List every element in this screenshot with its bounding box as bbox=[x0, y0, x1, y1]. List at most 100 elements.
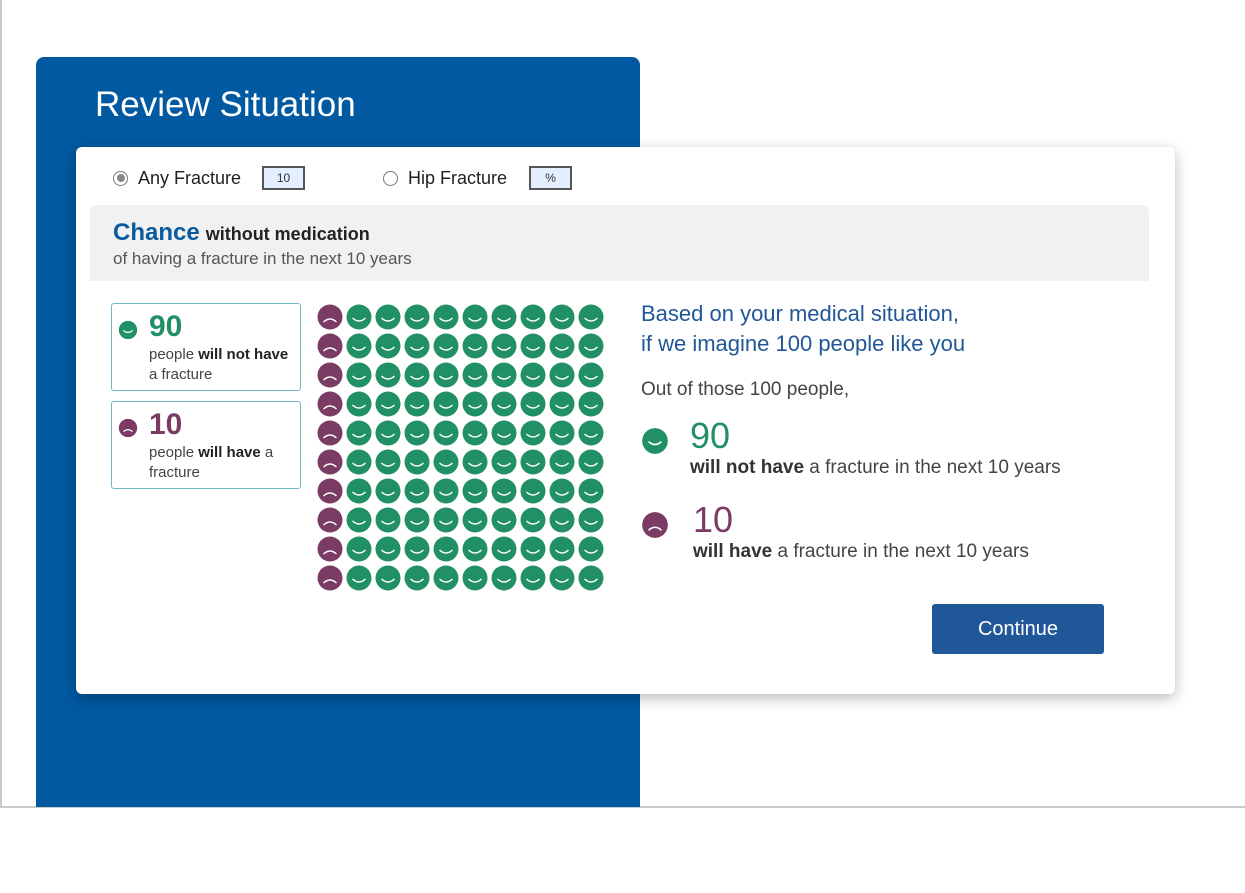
happy-face-icon bbox=[642, 428, 668, 454]
happy-face-icon bbox=[520, 333, 546, 359]
happy-face-icon bbox=[549, 565, 575, 591]
happy-face-icon bbox=[462, 565, 488, 591]
legend-fracture-text: people will have a fracture bbox=[149, 444, 274, 481]
happy-face-icon bbox=[578, 362, 604, 388]
happy-face-icon bbox=[375, 478, 401, 504]
any-fracture-label[interactable]: Any Fracture bbox=[138, 168, 241, 189]
happy-face-icon bbox=[491, 449, 517, 475]
people-icon-grid bbox=[316, 303, 606, 593]
happy-face-icon bbox=[549, 391, 575, 417]
hip-fracture-value: % bbox=[529, 166, 573, 190]
happy-face-icon bbox=[520, 507, 546, 533]
happy-face-icon bbox=[491, 333, 517, 359]
happy-face-icon bbox=[520, 420, 546, 446]
sad-face-icon bbox=[642, 512, 668, 538]
any-fracture-radio[interactable] bbox=[113, 170, 128, 186]
happy-face-icon bbox=[346, 362, 372, 388]
happy-face-icon bbox=[433, 478, 459, 504]
happy-face-icon bbox=[549, 449, 575, 475]
happy-face-icon bbox=[549, 478, 575, 504]
happy-face-icon bbox=[520, 536, 546, 562]
hip-fracture-radio[interactable] bbox=[383, 170, 398, 186]
happy-face-icon bbox=[375, 304, 401, 330]
happy-face-icon bbox=[578, 536, 604, 562]
result-fracture: 10 will have a fracture in the next 10 y… bbox=[641, 499, 1111, 579]
happy-face-icon bbox=[578, 420, 604, 446]
happy-face-icon bbox=[118, 320, 138, 340]
happy-face-icon bbox=[346, 565, 372, 591]
happy-face-icon bbox=[549, 362, 575, 388]
happy-face-icon bbox=[433, 333, 459, 359]
legend-no-fracture-count: 90 bbox=[149, 310, 183, 343]
happy-face-icon bbox=[346, 333, 372, 359]
happy-face-icon bbox=[375, 362, 401, 388]
happy-face-icon bbox=[404, 333, 430, 359]
happy-face-icon bbox=[520, 391, 546, 417]
happy-face-icon bbox=[578, 565, 604, 591]
chance-title-suffix: without medication bbox=[205, 224, 370, 244]
happy-face-icon bbox=[491, 391, 517, 417]
happy-face-icon bbox=[549, 304, 575, 330]
happy-face-icon bbox=[433, 362, 459, 388]
happy-face-icon bbox=[462, 333, 488, 359]
legend-fracture: 10 people will have a fracture bbox=[111, 401, 301, 489]
hip-fracture-option[interactable]: Hip Fracture % bbox=[383, 166, 573, 190]
happy-face-icon bbox=[491, 362, 517, 388]
happy-face-icon bbox=[375, 391, 401, 417]
sad-face-icon bbox=[317, 362, 343, 388]
happy-face-icon bbox=[346, 536, 372, 562]
sad-face-icon bbox=[317, 565, 343, 591]
happy-face-icon bbox=[578, 478, 604, 504]
happy-face-icon bbox=[578, 333, 604, 359]
happy-face-icon bbox=[549, 507, 575, 533]
legend-no-fracture: 90 people will not have a fracture bbox=[111, 303, 301, 391]
result-no-fracture-count: 90 bbox=[690, 415, 731, 456]
happy-face-icon bbox=[462, 507, 488, 533]
happy-face-icon bbox=[462, 420, 488, 446]
sad-face-icon bbox=[317, 333, 343, 359]
any-fracture-option[interactable]: Any Fracture 10 bbox=[113, 166, 306, 190]
happy-face-icon bbox=[375, 536, 401, 562]
happy-face-icon bbox=[404, 449, 430, 475]
happy-face-icon bbox=[462, 536, 488, 562]
explanation-heading: Based on your medical situation, if we i… bbox=[641, 301, 966, 356]
happy-face-icon bbox=[375, 420, 401, 446]
happy-face-icon bbox=[404, 304, 430, 330]
happy-face-icon bbox=[346, 478, 372, 504]
happy-face-icon bbox=[549, 333, 575, 359]
happy-face-icon bbox=[375, 449, 401, 475]
happy-face-icon bbox=[491, 507, 517, 533]
happy-face-icon bbox=[346, 507, 372, 533]
happy-face-icon bbox=[520, 362, 546, 388]
happy-face-icon bbox=[375, 507, 401, 533]
happy-face-icon bbox=[462, 449, 488, 475]
happy-face-icon bbox=[404, 391, 430, 417]
sad-face-icon bbox=[317, 536, 343, 562]
happy-face-icon bbox=[433, 565, 459, 591]
happy-face-icon bbox=[346, 420, 372, 446]
sad-face-icon bbox=[317, 304, 343, 330]
happy-face-icon bbox=[578, 391, 604, 417]
result-fracture-count: 10 bbox=[693, 499, 734, 540]
sad-face-icon bbox=[317, 391, 343, 417]
happy-face-icon bbox=[462, 362, 488, 388]
sad-face-icon bbox=[317, 507, 343, 533]
continue-button[interactable]: Continue bbox=[932, 604, 1104, 654]
happy-face-icon bbox=[520, 565, 546, 591]
hip-fracture-label[interactable]: Hip Fracture bbox=[408, 168, 507, 189]
happy-face-icon bbox=[549, 536, 575, 562]
chance-subtitle: of having a fracture in the next 10 year… bbox=[113, 249, 412, 268]
sad-face-icon bbox=[118, 418, 138, 438]
happy-face-icon bbox=[433, 536, 459, 562]
happy-face-icon bbox=[404, 507, 430, 533]
happy-face-icon bbox=[404, 536, 430, 562]
page-title: Review Situation bbox=[95, 85, 356, 124]
happy-face-icon bbox=[375, 333, 401, 359]
sad-face-icon bbox=[317, 478, 343, 504]
happy-face-icon bbox=[491, 304, 517, 330]
happy-face-icon bbox=[520, 478, 546, 504]
happy-face-icon bbox=[375, 565, 401, 591]
happy-face-icon bbox=[520, 304, 546, 330]
situation-card: Any Fracture 10 Hip Fracture % Chance wi… bbox=[76, 147, 1175, 694]
happy-face-icon bbox=[462, 478, 488, 504]
